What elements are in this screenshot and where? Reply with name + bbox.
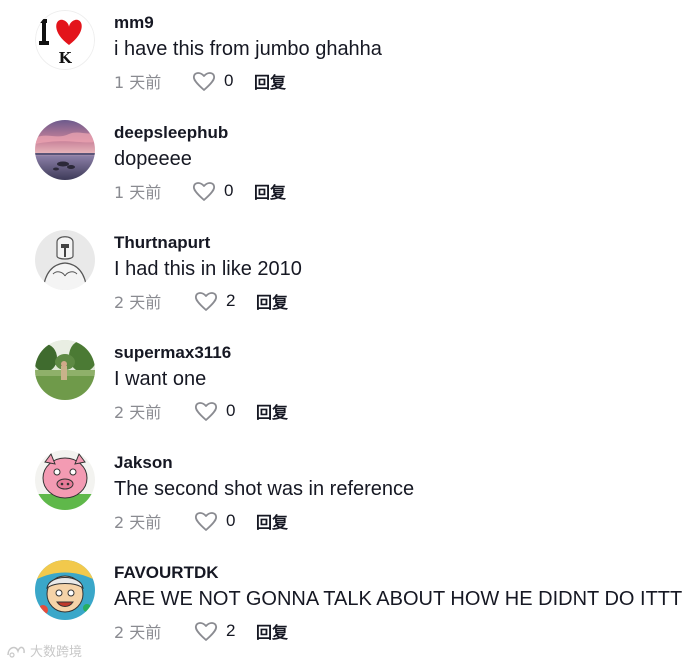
- comment-actions: 1 天前 0 回复: [114, 69, 286, 93]
- comment-time: 2 天前: [114, 293, 162, 312]
- svg-text:K: K: [58, 49, 72, 67]
- comment-actions: 2 天前 0 回复: [114, 399, 288, 423]
- like-count: 2: [226, 291, 236, 310]
- comment-username[interactable]: mm9: [114, 13, 154, 33]
- sunset-lake-avatar-icon: [35, 120, 95, 180]
- avatar[interactable]: [35, 450, 95, 510]
- comment-text: dopeeee: [114, 148, 192, 170]
- avatar[interactable]: K: [35, 10, 95, 70]
- comment-item: deepsleephub dopeeee 1 天前 0 回复: [0, 120, 698, 230]
- reply-button[interactable]: 回复: [254, 179, 286, 203]
- comment-username[interactable]: FAVOURTDK: [114, 563, 219, 583]
- watermark: 大数跨境: [6, 641, 82, 660]
- avatar[interactable]: [35, 560, 95, 620]
- comment-actions: 1 天前 0 回复: [114, 179, 286, 203]
- i-heart-k-avatar-icon: K: [35, 10, 95, 70]
- comment-time: 2 天前: [114, 403, 162, 422]
- park-photo-avatar-icon: [35, 340, 95, 400]
- comment-actions: 2 天前 2 回复: [114, 619, 288, 643]
- avatar[interactable]: [35, 120, 95, 180]
- comment-actions: 2 天前 0 回复: [114, 509, 288, 533]
- like-button[interactable]: 2: [194, 620, 256, 642]
- reply-button[interactable]: 回复: [256, 399, 288, 423]
- comment-item: Jakson The second shot was in reference …: [0, 450, 698, 560]
- like-count: 0: [224, 71, 234, 90]
- heart-icon: [194, 402, 218, 421]
- like-button[interactable]: 0: [194, 400, 256, 422]
- reply-button[interactable]: 回复: [254, 69, 286, 93]
- watermark-text: 大数跨境: [30, 645, 83, 660]
- comment-text: The second shot was in reference: [114, 478, 415, 500]
- comment-text: I want one: [114, 368, 207, 390]
- like-button[interactable]: 0: [192, 70, 254, 92]
- comment-time: 1 天前: [114, 183, 162, 202]
- pink-pig-avatar-icon: [35, 450, 95, 510]
- heart-icon: [194, 512, 218, 531]
- avatar[interactable]: [35, 230, 95, 290]
- cartoon-character-avatar-icon: [35, 560, 95, 620]
- reply-button[interactable]: 回复: [256, 619, 288, 643]
- like-count: 0: [226, 511, 236, 530]
- like-button[interactable]: 2: [194, 290, 256, 312]
- reply-button[interactable]: 回复: [256, 289, 288, 313]
- comment-username[interactable]: deepsleephub: [114, 123, 228, 143]
- comment-text: ARE WE NOT GONNA TALK ABOUT HOW HE DIDNT…: [114, 588, 683, 610]
- comment-username[interactable]: Thurtnapurt: [114, 233, 210, 253]
- like-button[interactable]: 0: [192, 180, 254, 202]
- like-count: 0: [226, 401, 236, 420]
- like-count: 2: [226, 621, 236, 640]
- comment-time: 2 天前: [114, 623, 162, 642]
- comment-text: I had this in like 2010: [114, 258, 302, 280]
- heart-icon: [194, 622, 218, 641]
- comment-username[interactable]: Jakson: [114, 453, 173, 473]
- heart-icon: [194, 292, 218, 311]
- watermark-logo-icon: [7, 646, 25, 658]
- comment-item: supermax3116 I want one 2 天前 0 回复: [0, 340, 698, 450]
- like-count: 0: [224, 181, 234, 200]
- comment-item: Thurtnapurt I had this in like 2010 2 天前…: [0, 230, 698, 340]
- sketch-figure-avatar-icon: [35, 230, 95, 290]
- like-button[interactable]: 0: [194, 510, 256, 532]
- comment-time: 2 天前: [114, 513, 162, 532]
- avatar[interactable]: [35, 340, 95, 400]
- comment-time: 1 天前: [114, 73, 162, 92]
- comment-item: FAVOURTDK ARE WE NOT GONNA TALK ABOUT HO…: [0, 560, 698, 670]
- heart-icon: [192, 182, 216, 201]
- heart-icon: [192, 72, 216, 91]
- comment-item: K mm9 i have this from jumbo ghahha 1 天前…: [0, 10, 698, 120]
- comment-text: i have this from jumbo ghahha: [114, 38, 382, 60]
- comment-actions: 2 天前 2 回复: [114, 289, 288, 313]
- reply-button[interactable]: 回复: [256, 509, 288, 533]
- comment-username[interactable]: supermax3116: [114, 343, 231, 363]
